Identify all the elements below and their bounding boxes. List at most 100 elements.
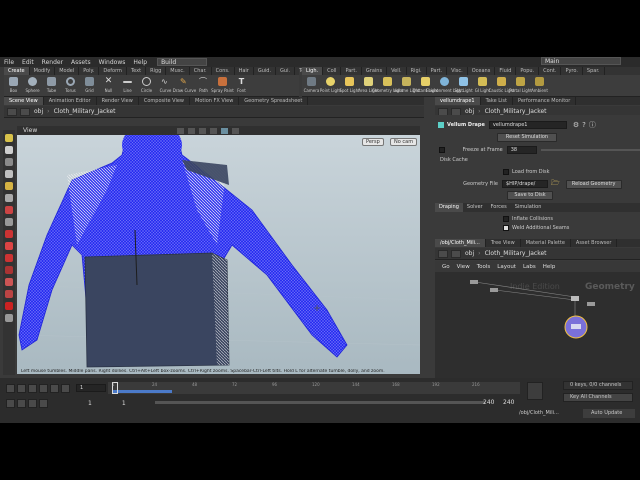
save-to-disk-button[interactable]: Save to Disk [507, 191, 553, 200]
shelf-tab[interactable]: Musc. [166, 67, 190, 75]
stop-button[interactable] [28, 383, 37, 393]
shelf-tab[interactable]: Popu. [516, 67, 540, 75]
tool-null[interactable]: ✕ Null [99, 75, 118, 96]
shelf-tab[interactable]: Deform [99, 67, 127, 75]
view-tool-icon[interactable] [210, 127, 218, 134]
path-root[interactable]: obj [34, 108, 43, 115]
snap-icon[interactable] [5, 254, 13, 262]
tool-camera[interactable]: Camera [302, 75, 321, 96]
node-name-field[interactable]: vellumdrape1 [488, 121, 567, 129]
shelf-tab[interactable]: Visc. [447, 67, 468, 75]
grid-snap-icon[interactable] [5, 278, 13, 286]
node[interactable] [587, 302, 595, 306]
inflate-checkbox[interactable] [503, 216, 509, 222]
path-root[interactable]: obj [465, 108, 474, 115]
path-node[interactable]: Cloth_Military_Jacket [54, 108, 116, 115]
tab-asset-browser[interactable]: Asset Browser [571, 239, 618, 247]
camera-menu[interactable]: No cam [390, 138, 418, 146]
back-button[interactable] [7, 107, 17, 116]
menu-render[interactable]: Render [38, 59, 67, 66]
tool-font[interactable]: T Font [232, 75, 251, 96]
network-editor[interactable]: Indie Edition Geometry [435, 272, 640, 378]
tool-sphere[interactable]: Sphere [23, 75, 42, 96]
shelf-tab[interactable]: Rigi. [407, 67, 427, 75]
reset-simulation-button[interactable]: Reset Simulation [497, 133, 557, 142]
help-icon[interactable]: ? [582, 121, 586, 129]
menu-assets[interactable]: Assets [67, 59, 95, 66]
back-button[interactable] [438, 249, 448, 258]
pose-icon[interactable] [5, 206, 13, 214]
shelf-tab[interactable]: Ligh. [302, 67, 324, 75]
freeze-frame-field[interactable]: 38 [506, 146, 537, 154]
jump-start-button[interactable] [6, 383, 15, 393]
scissors-icon[interactable] [5, 230, 13, 238]
brush-icon[interactable] [5, 242, 13, 250]
shelf-tab[interactable]: Text [127, 67, 147, 75]
realtime-toggle-icon[interactable] [6, 398, 15, 408]
view-tool-icon[interactable] [232, 127, 240, 134]
scale-icon[interactable] [5, 182, 13, 190]
path-node[interactable]: Cloth_Military_Jacket [485, 108, 547, 115]
view-tool-icon[interactable] [188, 127, 196, 134]
tab-vellumdrape1[interactable]: vellumdrape1 [435, 97, 481, 105]
scene-viewport[interactable]: Persp No cam [17, 135, 420, 374]
jump-end-button[interactable] [61, 383, 70, 393]
tab-render-view[interactable]: Render View [97, 97, 139, 105]
tab-motion-fx-view[interactable]: Motion FX View [190, 97, 240, 105]
range-slider[interactable] [155, 401, 485, 404]
tab-performance-monitor[interactable]: Performance Monitor [513, 97, 577, 105]
loop-icon[interactable] [17, 398, 26, 408]
cut-icon[interactable] [5, 290, 13, 298]
tool-tube[interactable]: Tube [42, 75, 61, 96]
frame-ruler[interactable]: 1 24 48 72 96 120 144 168 192 216 [108, 382, 520, 394]
magnet-icon[interactable] [5, 266, 13, 274]
shelf-tab[interactable]: Part. [427, 67, 448, 75]
bottom-path[interactable]: /obj/Cloth_Mili... [519, 409, 563, 418]
menu-view[interactable]: View [457, 264, 470, 270]
shelf-tab[interactable]: Cont. [539, 67, 562, 75]
shelf-tab[interactable]: Pyro. [561, 67, 583, 75]
range-start[interactable]: 1 [88, 400, 92, 407]
shelf-tab[interactable]: Hair [235, 67, 254, 75]
tool-environment-light[interactable]: Environment Light [426, 75, 463, 96]
persp-menu[interactable]: Persp [362, 138, 384, 146]
tool-spot-light[interactable]: Spot Light [339, 75, 360, 96]
tab-network[interactable]: /obj/Cloth_Mili... [435, 239, 486, 247]
desktop-select-left[interactable]: Build [157, 58, 208, 66]
tool-path[interactable]: ⌒ Path [194, 75, 213, 96]
settings-icon[interactable] [5, 314, 13, 322]
tab-tree-view[interactable]: Tree View [486, 239, 521, 247]
menu-file[interactable]: File [0, 59, 18, 66]
freeze-slider[interactable] [540, 149, 640, 151]
menu-labs[interactable]: Labs [523, 264, 536, 270]
tab-material-palette[interactable]: Material Palette [521, 239, 571, 247]
forward-button[interactable] [451, 249, 461, 258]
auto-update-menu[interactable]: Auto Update [583, 409, 635, 418]
tool-spray-paint[interactable]: Spray Paint [211, 75, 234, 96]
file-browse-icon[interactable]: 🗁 [551, 179, 560, 190]
step-back-button[interactable] [17, 383, 26, 393]
menu-help[interactable]: Help [543, 264, 556, 270]
tab-take-list[interactable]: Take List [481, 97, 513, 105]
shelf-tab[interactable]: Gui. [276, 67, 296, 75]
shelf-tab[interactable]: Fluid [495, 67, 517, 75]
forward-button[interactable] [20, 107, 30, 116]
tab-geometry-spreadsheet[interactable]: Geometry Spreadsheet [239, 97, 309, 105]
pointer-icon[interactable] [5, 146, 13, 154]
menu-edit[interactable]: Edit [18, 59, 38, 66]
view-tool-icon[interactable] [221, 127, 229, 134]
load-from-disk-checkbox[interactable] [503, 169, 509, 175]
move-icon[interactable] [5, 158, 13, 166]
tool-point-light[interactable]: Point Light [320, 75, 341, 96]
reload-geometry-button[interactable]: Reload Geometry [565, 179, 622, 189]
select-tool-icon[interactable] [5, 134, 13, 142]
tool-line[interactable]: Line [118, 75, 137, 96]
range-start2[interactable]: 1 [122, 400, 126, 407]
tool-circle[interactable]: Circle [137, 75, 156, 96]
tool-draw-curve[interactable]: ✎ Draw Curve [173, 75, 197, 96]
shelf-tab[interactable]: Spar. [583, 67, 605, 75]
tool-box[interactable]: Box [4, 75, 23, 96]
range-end2[interactable]: 240 [503, 399, 514, 406]
rotate-icon[interactable] [5, 170, 13, 178]
shelf-tab[interactable]: Vell. [387, 67, 407, 75]
